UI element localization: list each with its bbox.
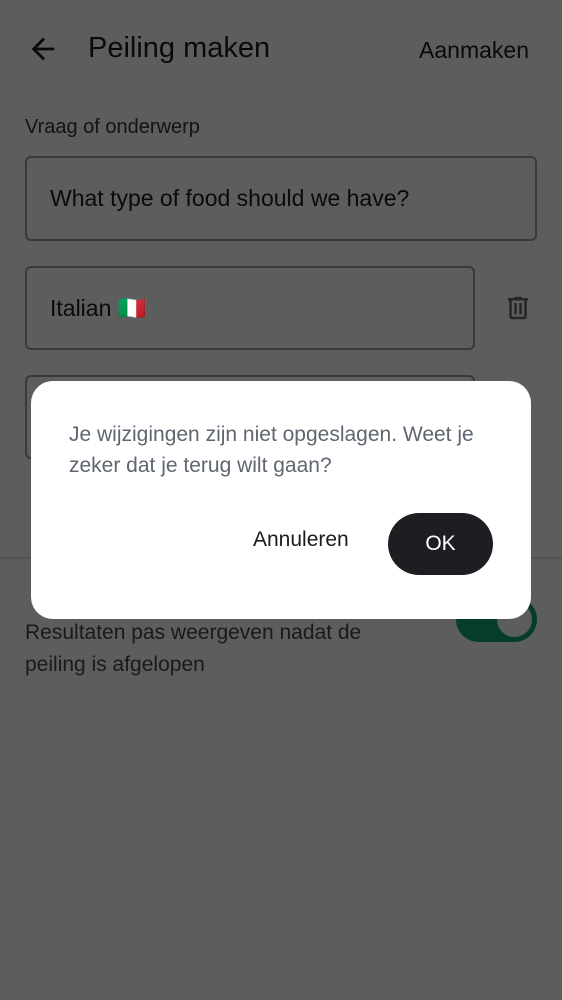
top-app-bar: Peiling maken Aanmaken bbox=[0, 0, 562, 100]
create-button[interactable]: Aanmaken bbox=[419, 37, 529, 64]
option-input-1[interactable]: Italian 🇮🇹 bbox=[25, 266, 475, 350]
unsaved-changes-dialog: Je wijzigingen zijn niet opgeslagen. Wee… bbox=[31, 381, 531, 619]
question-label: Vraag of onderwerp bbox=[25, 116, 200, 138]
question-input[interactable]: What type of food should we have? bbox=[25, 156, 537, 241]
cancel-button[interactable]: Annuleren bbox=[253, 528, 349, 552]
trash-icon[interactable] bbox=[503, 292, 533, 324]
dialog-message: Je wijzigingen zijn niet opgeslagen. Wee… bbox=[69, 423, 474, 477]
back-arrow-icon[interactable] bbox=[26, 32, 60, 66]
ok-button[interactable]: OK bbox=[388, 513, 493, 575]
page-title: Peiling maken bbox=[88, 32, 271, 64]
results-description: Resultaten pas weergeven nadat de peilin… bbox=[25, 621, 362, 676]
